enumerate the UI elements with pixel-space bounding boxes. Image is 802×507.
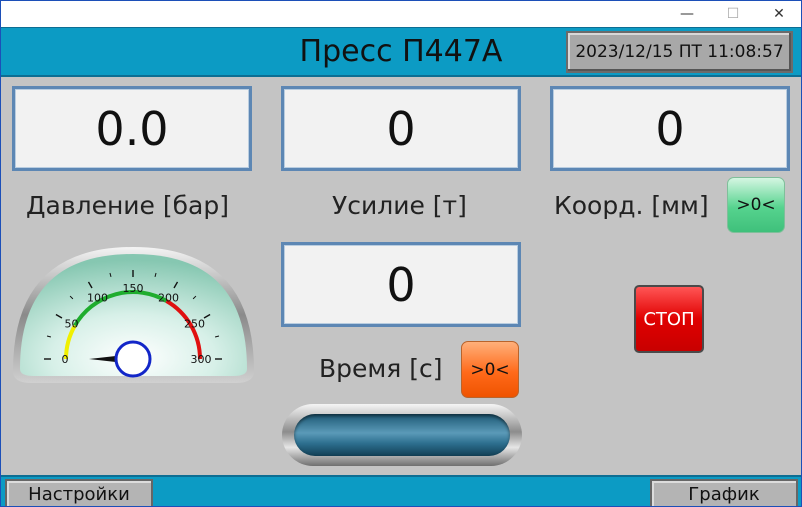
gauge-hub [114,340,152,378]
graph-button[interactable]: График [650,479,798,506]
gauge-tick-label: 100 [87,292,108,305]
close-icon: ✕ [773,6,785,22]
coord-value: 0 [550,86,790,171]
coord-label: Коорд. [мм] [554,191,709,220]
stop-button[interactable]: СТОП [634,285,704,353]
pressure-value: 0.0 [12,86,252,171]
gauge-tick-label: 0 [62,353,69,366]
gauge-tick-label: 200 [158,292,179,305]
minimize-icon: — [680,6,694,22]
time-zero-button[interactable]: >0< [461,341,519,398]
gauge-tick-label: 50 [65,318,79,331]
gauge-tick-label: 150 [123,282,144,295]
footer-bar: Настройки График [1,475,801,506]
pressure-gauge: 0 50 100 150 200 250 300 [13,247,254,383]
gauge-tick-label: 300 [191,353,212,366]
page-title: Пресс П447А [299,34,503,69]
maximize-button[interactable]: ☐ [713,1,753,27]
gauge-tick-label: 250 [184,318,205,331]
window-titlebar: — ☐ ✕ [1,1,801,27]
datetime-display: 2023/12/15 ПТ 11:08:57 [566,31,793,73]
progress-track [294,414,510,456]
time-value: 0 [281,242,521,327]
progress-bar [282,404,522,466]
pressure-label: Давление [бар] [26,191,229,220]
force-label: Усилие [т] [332,191,467,220]
minimize-button[interactable]: — [667,1,707,27]
close-button[interactable]: ✕ [759,1,799,27]
force-value: 0 [281,86,521,171]
stop-label: СТОП [643,308,695,330]
time-label: Время [с] [319,354,443,383]
header-bar: Пресс П447А 2023/12/15 ПТ 11:08:57 [1,27,801,77]
coord-zero-button[interactable]: >0< [727,177,785,233]
hmi-window: — ☐ ✕ Пресс П447А 2023/12/15 ПТ 11:08:57… [0,0,802,507]
settings-button[interactable]: Настройки [5,479,153,506]
maximize-icon: ☐ [726,6,740,22]
